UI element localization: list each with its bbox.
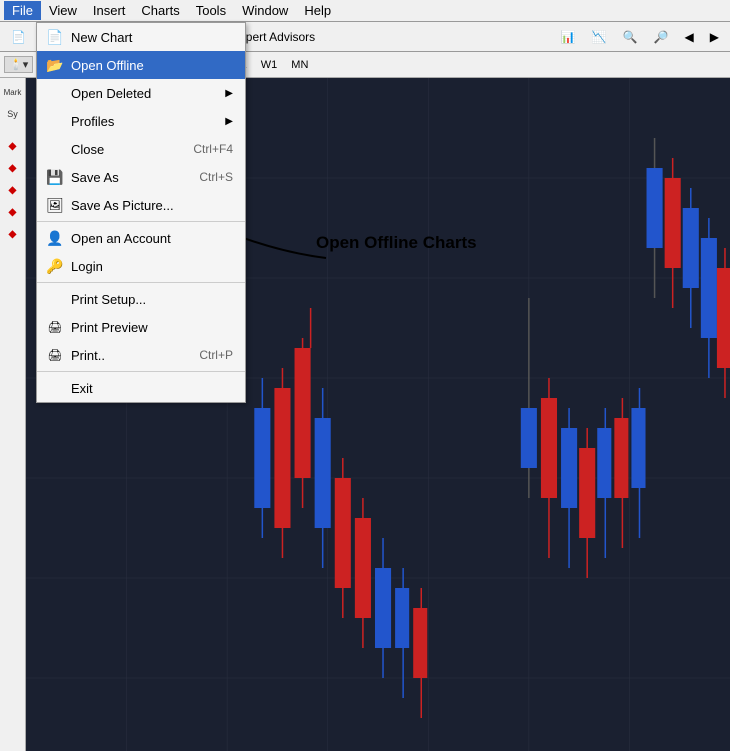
timeframe-w1[interactable]: W1	[255, 57, 284, 73]
sidebar-market-watch[interactable]: Mark	[3, 82, 23, 102]
menubar: File View Insert Charts Tools Window Hel…	[0, 0, 730, 22]
left-icon: ◀	[685, 30, 694, 44]
zoom-out-icon: 🔎	[654, 30, 669, 44]
print-preview-icon: 🖨	[45, 317, 65, 337]
sidebar-arrow5[interactable]: ◆	[3, 224, 23, 244]
menu-item-open-account[interactable]: 👤 Open an Account	[37, 224, 245, 252]
open-deleted-icon	[45, 83, 65, 103]
sidebar-arrow3[interactable]: ◆	[3, 180, 23, 200]
login-label: Login	[71, 259, 233, 274]
menu-item-save-as[interactable]: 💾 Save As Ctrl+S	[37, 163, 245, 191]
file-dropdown-menu: 📄 New Chart 📂 Open Offline Open Deleted …	[36, 22, 246, 403]
profiles-arrow: ▶	[225, 116, 233, 127]
open-deleted-arrow: ▶	[225, 88, 233, 99]
menu-item-new-chart[interactable]: 📄 New Chart	[37, 23, 245, 51]
sidebar-arrow1[interactable]: ◆	[3, 136, 23, 156]
menu-item-save-as-picture[interactable]: 🖼 Save As Picture...	[37, 191, 245, 219]
menu-item-close[interactable]: Close Ctrl+F4	[37, 135, 245, 163]
menu-window[interactable]: Window	[234, 1, 296, 20]
print-shortcut: Ctrl+P	[199, 348, 233, 362]
print-icon: 🖨	[45, 345, 65, 365]
toolbar-zoom-out[interactable]: 📉	[585, 25, 614, 49]
menu-file[interactable]: File	[4, 1, 41, 20]
menu-item-print[interactable]: 🖨 Print.. Ctrl+P	[37, 341, 245, 369]
print-preview-label: Print Preview	[71, 320, 233, 335]
open-account-label: Open an Account	[71, 231, 233, 246]
open-account-icon: 👤	[45, 228, 65, 248]
close-menu-icon	[45, 139, 65, 159]
menu-tools[interactable]: Tools	[188, 1, 234, 20]
menu-item-open-deleted[interactable]: Open Deleted ▶	[37, 79, 245, 107]
menu-item-login[interactable]: 🔑 Login	[37, 252, 245, 280]
toolbar-zoom-plus[interactable]: 🔍	[616, 25, 645, 49]
open-deleted-label: Open Deleted	[71, 86, 221, 101]
exit-icon	[45, 378, 65, 398]
sidebar-arrow2[interactable]: ◆	[3, 158, 23, 178]
save-as-icon: 💾	[45, 167, 65, 187]
print-label: Print..	[71, 348, 179, 363]
toolbar-zoom-in[interactable]: 📊	[554, 25, 583, 49]
sidebar-symbols[interactable]: Sy	[3, 104, 23, 124]
chart-type-selector[interactable]: 🕯️▾	[4, 56, 33, 73]
exit-label: Exit	[71, 381, 233, 396]
menu-view[interactable]: View	[41, 1, 85, 20]
profiles-icon	[45, 111, 65, 131]
save-as-label: Save As	[71, 170, 179, 185]
menu-separator-2	[37, 282, 245, 283]
menu-insert[interactable]: Insert	[85, 1, 134, 20]
menu-help[interactable]: Help	[296, 1, 339, 20]
toolbar-zoom-minus[interactable]: 🔎	[647, 25, 676, 49]
left-sidebar: Mark Sy ◆ ◆ ◆ ◆ ◆	[0, 78, 26, 751]
chart-icon-2: 📉	[592, 30, 607, 44]
toolbar-new-chart[interactable]: 📄	[4, 25, 33, 49]
sidebar-arrow4[interactable]: ◆	[3, 202, 23, 222]
open-offline-label: Open Offline	[71, 58, 233, 73]
new-chart-menu-label: New Chart	[71, 30, 233, 45]
print-setup-icon	[45, 289, 65, 309]
save-as-picture-label: Save As Picture...	[71, 198, 233, 213]
menu-item-print-preview[interactable]: 🖨 Print Preview	[37, 313, 245, 341]
toolbar-scroll-left[interactable]: ◀	[678, 25, 701, 49]
open-offline-icon: 📂	[45, 55, 65, 75]
menu-item-profiles[interactable]: Profiles ▶	[37, 107, 245, 135]
menu-item-open-offline[interactable]: 📂 Open Offline	[37, 51, 245, 79]
login-icon: 🔑	[45, 256, 65, 276]
profiles-label: Profiles	[71, 114, 221, 129]
menu-item-exit[interactable]: Exit	[37, 374, 245, 402]
new-chart-menu-icon: 📄	[45, 27, 65, 47]
menu-item-print-setup[interactable]: Print Setup...	[37, 285, 245, 313]
menu-charts[interactable]: Charts	[133, 1, 187, 20]
save-picture-icon: 🖼	[45, 195, 65, 215]
menu-separator-3	[37, 371, 245, 372]
timeframe-mn[interactable]: MN	[285, 57, 314, 73]
save-as-shortcut: Ctrl+S	[199, 170, 233, 184]
toolbar-scroll-right[interactable]: ▶	[703, 25, 726, 49]
close-label: Close	[71, 142, 173, 157]
print-setup-label: Print Setup...	[71, 292, 233, 307]
close-shortcut: Ctrl+F4	[193, 142, 233, 156]
zoom-in-icon: 🔍	[623, 30, 638, 44]
right-icon: ▶	[710, 30, 719, 44]
menu-separator-1	[37, 221, 245, 222]
chart-icon-1: 📊	[561, 30, 576, 44]
new-chart-icon: 📄	[11, 30, 26, 44]
